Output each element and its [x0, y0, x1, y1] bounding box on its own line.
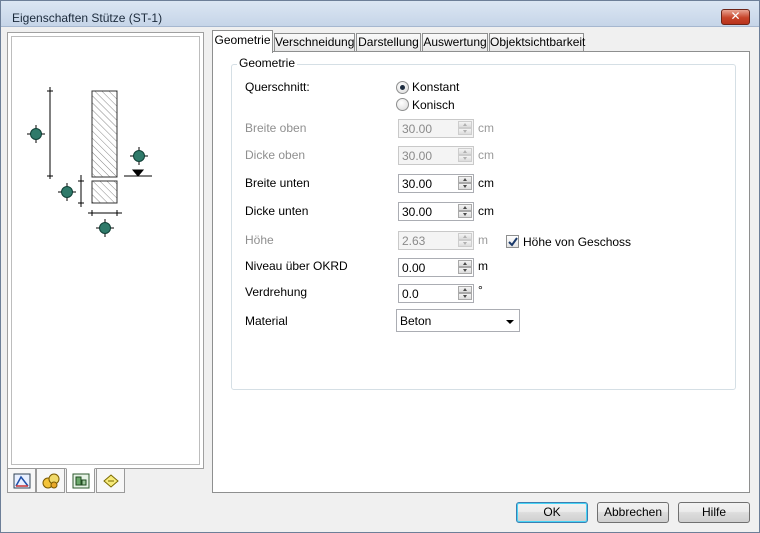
hoehe-von-geschoss-checkbox[interactable]: [506, 235, 519, 248]
tab-darstellung[interactable]: Darstellung: [356, 33, 421, 52]
geometry-group: [231, 64, 736, 390]
tab-verschneidung[interactable]: Verschneidung: [274, 33, 355, 52]
dicke-unten-field[interactable]: 30.00: [398, 202, 474, 221]
hoehe-stepper: [458, 233, 472, 248]
dialog-window: Eigenschaften Stütze (ST-1) ✕ Geometrie …: [0, 0, 760, 533]
preview-tab-material[interactable]: [36, 468, 65, 493]
cancel-button[interactable]: Abbrechen: [597, 502, 669, 523]
niveau-field[interactable]: 0.00: [398, 258, 474, 277]
dicke-unten-label: Dicke unten: [245, 204, 309, 218]
tab-geometrie[interactable]: Geometrie: [212, 30, 273, 53]
hoehe-von-geschoss-label[interactable]: Höhe von Geschoss: [523, 235, 631, 249]
preview-mode-tabs: [7, 468, 127, 494]
close-button[interactable]: ✕: [721, 9, 750, 25]
dicke-oben-value: 30.00: [402, 149, 433, 163]
column-preview-drawing: [27, 87, 152, 237]
niveau-stepper[interactable]: [458, 260, 472, 275]
handle-marker-bottom: [96, 219, 114, 237]
geometry-tab-panel: Geometrie Querschnitt: Konstant Konisch …: [212, 51, 750, 493]
breite-oben-stepper: [458, 121, 472, 136]
window-title: Eigenschaften Stütze (ST-1): [12, 11, 163, 25]
column-preview-panel: [7, 32, 204, 469]
querschnitt-label: Querschnitt:: [245, 80, 310, 94]
ok-button[interactable]: OK: [516, 502, 588, 523]
material-label: Material: [245, 314, 288, 328]
title-bar[interactable]: Eigenschaften Stütze (ST-1) ✕: [1, 1, 759, 27]
geometry-icon: [13, 473, 31, 489]
breite-oben-label: Breite oben: [245, 121, 307, 135]
height-dimension: [47, 87, 53, 179]
hoehe-unit: m: [478, 233, 488, 247]
checkmark-icon: [508, 237, 518, 247]
breite-oben-unit: cm: [478, 121, 494, 135]
niveau-unit: m: [478, 259, 488, 273]
column-elevation-shape: [91, 90, 118, 178]
material-value[interactable]: Beton: [400, 314, 431, 328]
material-icon: [42, 473, 60, 489]
verdrehung-label: Verdrehung: [245, 285, 308, 299]
breite-unten-value[interactable]: 30.00: [402, 177, 432, 191]
verdrehung-field[interactable]: 0.0: [398, 284, 474, 303]
preview-tab-report[interactable]: [96, 468, 125, 493]
level-marker: [124, 169, 152, 177]
niveau-value[interactable]: 0.00: [402, 261, 425, 275]
preview-tab-geometry[interactable]: [7, 468, 36, 493]
dicke-unten-stepper[interactable]: [458, 204, 472, 219]
dicke-oben-unit: cm: [478, 148, 494, 162]
geometry-group-title: Geometrie: [237, 56, 298, 70]
hoehe-field: 2.63: [398, 231, 474, 250]
dicke-unten-unit: cm: [478, 204, 494, 218]
dicke-oben-stepper: [458, 148, 472, 163]
tab-objektsichtbarkeit[interactable]: Objektsichtbarkeit: [489, 33, 585, 52]
thickness-dimension: [78, 175, 84, 207]
radio-konstant-label[interactable]: Konstant: [412, 80, 459, 94]
verdrehung-unit: °: [478, 283, 483, 297]
width-dimension: [88, 210, 122, 216]
radio-konisch-label[interactable]: Konisch: [412, 98, 455, 112]
display-icon: [72, 473, 90, 489]
material-select[interactable]: Beton: [396, 309, 520, 332]
hoehe-value: 2.63: [402, 234, 426, 248]
handle-marker-right: [130, 147, 148, 165]
dicke-unten-value[interactable]: 30.00: [402, 205, 432, 219]
handle-marker-left: [27, 125, 45, 143]
verdrehung-value[interactable]: 0.0: [402, 287, 419, 301]
column-section-shape: [91, 180, 118, 204]
dicke-oben-label: Dicke oben: [245, 148, 306, 162]
report-icon: [103, 474, 119, 488]
breite-unten-stepper[interactable]: [458, 176, 472, 191]
niveau-label: Niveau über OKRD: [245, 259, 348, 273]
radio-konstant[interactable]: [396, 81, 409, 94]
column-preview-frame: [11, 36, 200, 465]
breite-oben-value: 30.00: [402, 122, 433, 136]
hoehe-label: Höhe: [245, 233, 274, 247]
verdrehung-stepper[interactable]: [458, 286, 472, 301]
breite-unten-unit: cm: [478, 176, 494, 190]
tab-auswertung[interactable]: Auswertung: [422, 33, 488, 52]
radio-konisch[interactable]: [396, 98, 409, 111]
dicke-oben-field: 30.00: [398, 146, 474, 165]
breite-unten-label: Breite unten: [245, 176, 310, 190]
preview-tab-display[interactable]: [66, 468, 95, 493]
chevron-down-icon[interactable]: [506, 320, 514, 324]
help-button[interactable]: Hilfe: [678, 502, 750, 523]
breite-unten-field[interactable]: 30.00: [398, 174, 474, 193]
breite-oben-field: 30.00: [398, 119, 474, 138]
handle-marker-middle: [58, 183, 76, 201]
